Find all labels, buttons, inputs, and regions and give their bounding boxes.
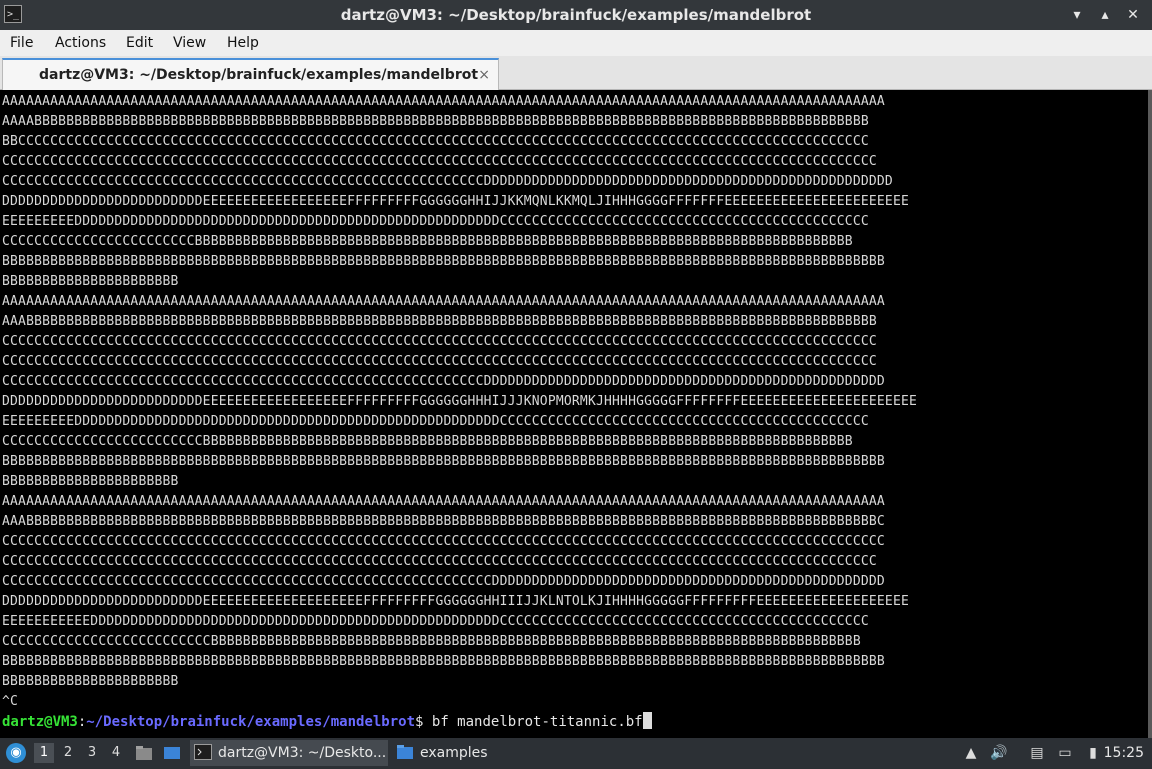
terminal-icon <box>194 743 212 760</box>
clipboard-icon[interactable]: ▤ <box>1028 744 1046 762</box>
maximize-icon[interactable]: ▴ <box>1094 4 1116 26</box>
command-text: bf mandelbrot-titannic.bf <box>431 714 643 730</box>
terminal-line: AAAABBBBBBBBBBBBBBBBBBBBBBBBBBBBBBBBBBBB… <box>2 114 869 129</box>
workspace-4[interactable]: 4 <box>106 743 126 763</box>
terminal-line: AAAAAAAAAAAAAAAAAAAAAAAAAAAAAAAAAAAAAAAA… <box>2 494 885 509</box>
tab-close-icon[interactable]: × <box>478 60 490 90</box>
terminal-line: AAAAAAAAAAAAAAAAAAAAAAAAAAAAAAAAAAAAAAAA… <box>2 94 885 109</box>
terminal-line: BBBBBBBBBBBBBBBBBBBBBB <box>2 474 179 489</box>
task-terminal[interactable]: dartz@VM3: ~/Deskto... <box>190 740 388 766</box>
terminal-line: DDDDDDDDDDDDDDDDDDDDDDDDDEEEEEEEEEEEEEEE… <box>2 594 910 609</box>
terminal-line: CCCCCCCCCCCCCCCCCCCCCCCCCCCCCCCCCCCCCCCC… <box>2 374 885 389</box>
menu-view[interactable]: View <box>173 30 206 56</box>
terminal-line: BBBBBBBBBBBBBBBBBBBBBBBBBBBBBBBBBBBBBBBB… <box>2 654 885 669</box>
terminal-line: CCCCCCCCCCCCCCCCCCCCCCCCCCCCCCCCCCCCCCCC… <box>2 154 877 169</box>
menu-actions[interactable]: Actions <box>55 30 106 56</box>
workspace-3[interactable]: 3 <box>82 743 102 763</box>
terminal-line: AAAAAAAAAAAAAAAAAAAAAAAAAAAAAAAAAAAAAAAA… <box>2 294 885 309</box>
terminal-line: CCCCCCCCCCCCCCCCCCCCCCCCCCCCCCCCCCCCCCCC… <box>2 534 885 549</box>
display-icon[interactable]: ▭ <box>1056 744 1074 762</box>
file-manager-icon[interactable] <box>135 744 153 762</box>
terminal-line: DDDDDDDDDDDDDDDDDDDDDDDDDEEEEEEEEEEEEEEE… <box>2 394 918 409</box>
terminal-line: BBBBBBBBBBBBBBBBBBBBBBBBBBBBBBBBBBBBBBBB… <box>2 254 885 269</box>
task-terminal-label: dartz@VM3: ~/Deskto... <box>218 745 387 761</box>
terminal-line: EEEEEEEEEDDDDDDDDDDDDDDDDDDDDDDDDDDDDDDD… <box>2 414 869 429</box>
power-icon[interactable]: ▮ <box>1084 744 1102 762</box>
terminal-line: BBBBBBBBBBBBBBBBBBBBBB <box>2 274 179 289</box>
window-titlebar[interactable]: >_ dartz@VM3: ~/Desktop/brainfuck/exampl… <box>0 0 1152 30</box>
scrollbar[interactable] <box>1148 90 1152 738</box>
terminal-line: CCCCCCCCCCCCCCCCCCCCCCCCBBBBBBBBBBBBBBBB… <box>2 234 853 249</box>
terminal-line: EEEEEEEEEEEDDDDDDDDDDDDDDDDDDDDDDDDDDDDD… <box>2 614 869 629</box>
menu-bar: File Actions Edit View Help <box>0 30 1152 56</box>
prompt-dollar: $ <box>415 714 432 730</box>
menu-edit[interactable]: Edit <box>126 30 153 56</box>
terminal-line: EEEEEEEEEDDDDDDDDDDDDDDDDDDDDDDDDDDDDDDD… <box>2 214 869 229</box>
volume-icon[interactable]: 🔊 <box>990 744 1008 762</box>
terminal-tab[interactable]: dartz@VM3: ~/Desktop/brainfuck/examples/… <box>2 58 499 90</box>
tab-bar: dartz@VM3: ~/Desktop/brainfuck/examples/… <box>0 56 1152 90</box>
terminal-line: CCCCCCCCCCCCCCCCCCCCCCCCCCCCCCCCCCCCCCCC… <box>2 554 877 569</box>
close-icon[interactable]: ✕ <box>1122 4 1144 26</box>
terminal-line: CCCCCCCCCCCCCCCCCCCCCCCCCCCCCCCCCCCCCCCC… <box>2 174 893 189</box>
shell-prompt[interactable]: dartz@VM3:~/Desktop/brainfuck/examples/m… <box>2 712 652 732</box>
distro-logo-icon[interactable]: ◉ <box>6 743 26 763</box>
terminal-line: BBBBBBBBBBBBBBBBBBBBBB <box>2 674 179 689</box>
window-title: dartz@VM3: ~/Desktop/brainfuck/examples/… <box>340 6 812 24</box>
workspace-2[interactable]: 2 <box>58 743 78 763</box>
terminal-line: BBCCCCCCCCCCCCCCCCCCCCCCCCCCCCCCCCCCCCCC… <box>2 134 869 149</box>
workspace-1[interactable]: 1 <box>34 743 54 763</box>
text-cursor <box>642 712 652 729</box>
terminal-line: CCCCCCCCCCCCCCCCCCCCCCCCCCCCCCCCCCCCCCCC… <box>2 334 877 349</box>
terminal-line: CCCCCCCCCCCCCCCCCCCCCCCCCCCCCCCCCCCCCCCC… <box>2 354 877 369</box>
terminal-line: AAABBBBBBBBBBBBBBBBBBBBBBBBBBBBBBBBBBBBB… <box>2 314 877 329</box>
network-icon[interactable]: ▲ <box>962 744 980 762</box>
terminal-line: DDDDDDDDDDDDDDDDDDDDDDDDDEEEEEEEEEEEEEEE… <box>2 194 910 209</box>
prompt-path: ~/Desktop/brainfuck/examples/mandelbrot <box>86 714 416 730</box>
folder-icon <box>396 743 414 759</box>
menu-file[interactable]: File <box>10 30 33 56</box>
clock: 15:25 <box>1103 745 1144 761</box>
desktop-icon[interactable] <box>163 744 181 762</box>
terminal-text: AAAAAAAAAAAAAAAAAAAAAAAAAAAAAAAAAAAAAAAA… <box>2 92 917 712</box>
minimize-icon[interactable]: ▾ <box>1066 4 1088 26</box>
terminal-line: CCCCCCCCCCCCCCCCCCCCCCCCCCBBBBBBBBBBBBBB… <box>2 634 861 649</box>
task-examples-label: examples <box>420 745 488 761</box>
terminal-output[interactable]: AAAAAAAAAAAAAAAAAAAAAAAAAAAAAAAAAAAAAAAA… <box>0 90 1152 738</box>
prompt-user: dartz@VM3 <box>2 714 78 730</box>
task-examples[interactable]: examples <box>392 740 512 766</box>
terminal-line: ^C <box>2 694 19 709</box>
menu-help[interactable]: Help <box>227 30 259 56</box>
taskbar: ◉ 1 2 3 4 dartz@VM3: ~/Deskto... example… <box>0 738 1152 768</box>
terminal-line: BBBBBBBBBBBBBBBBBBBBBBBBBBBBBBBBBBBBBBBB… <box>2 454 885 469</box>
terminal-line: AAABBBBBBBBBBBBBBBBBBBBBBBBBBBBBBBBBBBBB… <box>2 514 885 529</box>
terminal-line: CCCCCCCCCCCCCCCCCCCCCCCCCBBBBBBBBBBBBBBB… <box>2 434 853 449</box>
tab-label: dartz@VM3: ~/Desktop/brainfuck/examples/… <box>39 67 479 83</box>
terminal-line: CCCCCCCCCCCCCCCCCCCCCCCCCCCCCCCCCCCCCCCC… <box>2 574 885 589</box>
